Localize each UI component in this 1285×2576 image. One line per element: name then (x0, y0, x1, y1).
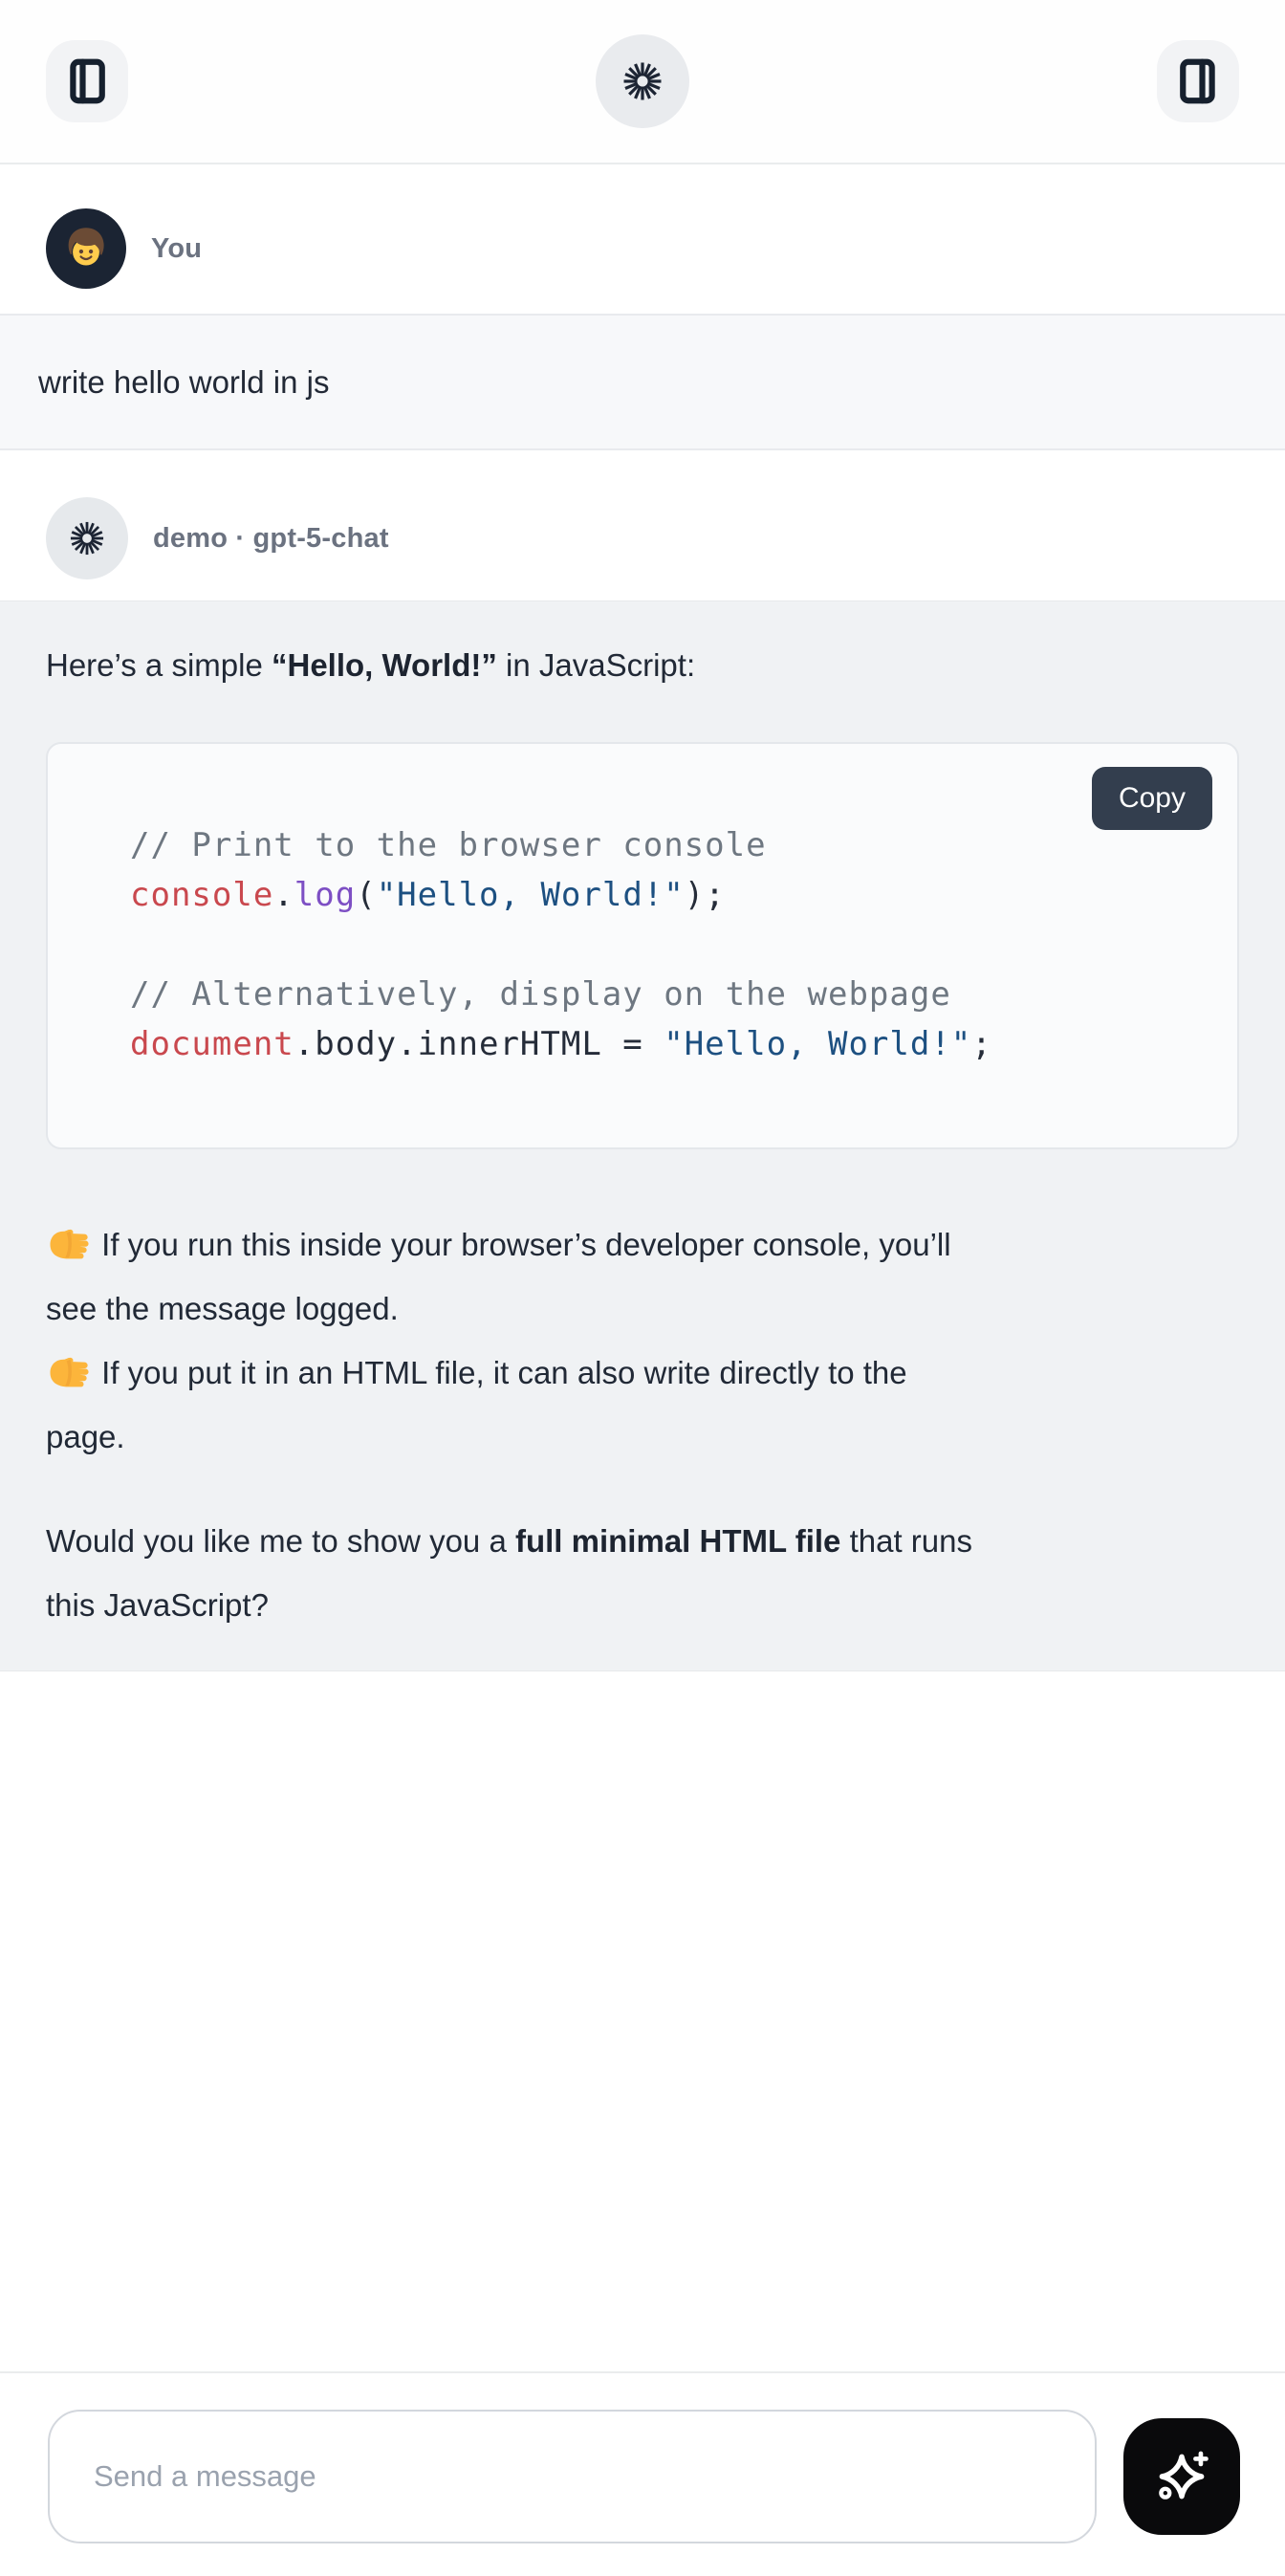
person-emoji-icon (58, 221, 114, 276)
assistant-paragraph-tips: If you run this inside your browser’s de… (46, 1212, 1239, 1469)
user-sender-label: You (151, 233, 202, 265)
right-panel-toggle-button[interactable] (1157, 40, 1239, 122)
user-avatar (46, 208, 126, 289)
assistant-paragraph-followup: Would you like me to show you a full min… (46, 1509, 1239, 1637)
user-message-header: You (0, 208, 1285, 289)
composer (0, 2371, 1285, 2576)
assistant-message: demo · gpt-5-chat Here’s a simple “Hello… (0, 450, 1285, 1671)
pointing-right-emoji (46, 1221, 89, 1264)
model-logo-button[interactable] (596, 34, 689, 128)
sparkle-send-icon (1150, 2445, 1213, 2508)
code-content: // Print to the browser consoleconsole.l… (48, 744, 1237, 1069)
user-message-text: write hello world in js (38, 364, 329, 401)
assistant-sender-label: demo · gpt-5-chat (153, 523, 389, 555)
assistant-message-body: Here’s a simple “Hello, World!” in JavaS… (0, 600, 1285, 1671)
starburst-icon (620, 58, 665, 104)
assistant-avatar (46, 497, 128, 579)
code-block: Copy // Print to the browser consolecons… (46, 742, 1239, 1149)
copy-button[interactable]: Copy (1092, 767, 1212, 830)
chat-app-window: You write hello world in js demo · gpt-5… (0, 0, 1285, 2576)
user-message-bubble: write hello world in js (0, 314, 1285, 450)
chat-scroll-area: You write hello world in js demo · gpt-5… (0, 164, 1285, 2371)
pointing-right-emoji (46, 1349, 89, 1392)
send-button[interactable] (1123, 2418, 1240, 2535)
panel-left-icon (61, 54, 113, 109)
assistant-intro-text: Here’s a simple “Hello, World!” in JavaS… (46, 644, 1239, 687)
starburst-icon (67, 518, 107, 558)
panel-right-icon (1172, 54, 1224, 109)
sidebar-toggle-button[interactable] (46, 40, 128, 122)
user-message: You write hello world in js (0, 164, 1285, 450)
top-bar (0, 0, 1285, 164)
assistant-message-header: demo · gpt-5-chat (0, 497, 1285, 579)
message-input[interactable] (48, 2410, 1097, 2543)
